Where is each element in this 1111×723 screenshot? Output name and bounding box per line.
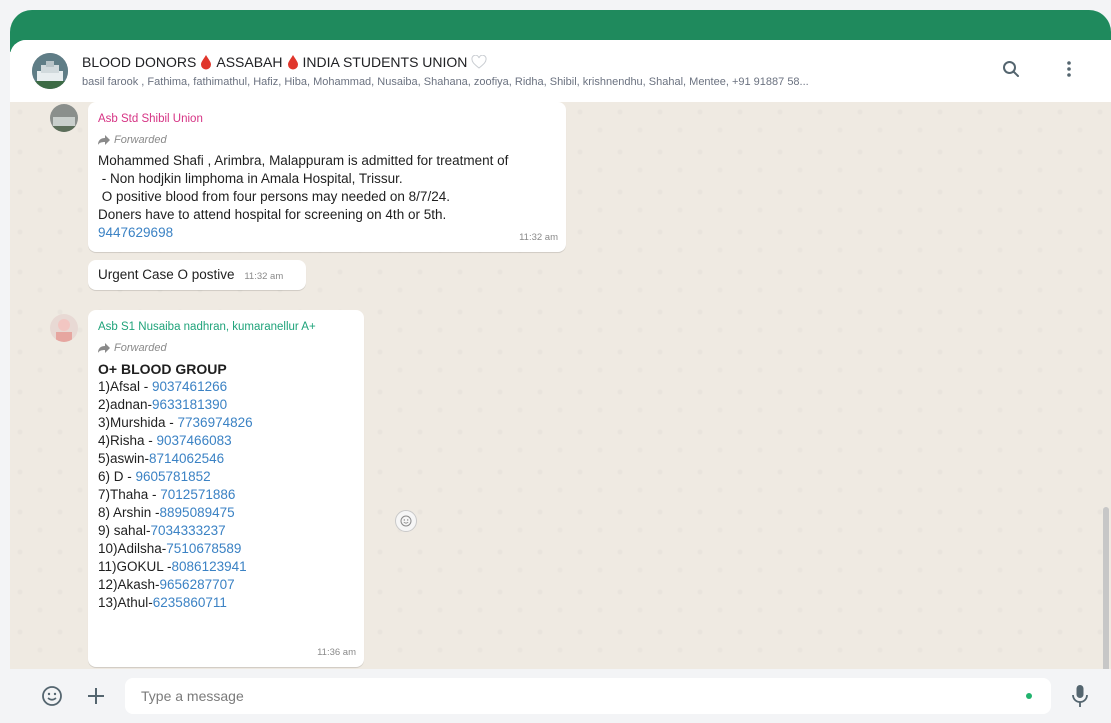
donor-list: 1)Afsal - 9037461266 2)adnan-9633181390 3)…: [98, 378, 354, 612]
forwarded-text: Forwarded: [114, 342, 167, 354]
group-title[interactable]: BLOOD DONORS ASSABAH INDIA STUDENTS UNIO…: [82, 54, 962, 70]
message-bubble[interactable]: Asb Std Shibil Union Forwarded Mohammed …: [88, 102, 566, 252]
donor-row: 3)Murshida - 7736974826: [98, 414, 354, 432]
forwarded-label: Forwarded: [98, 131, 556, 149]
smiley-icon: [400, 515, 412, 527]
donor-phone-link[interactable]: 6235860711: [153, 595, 227, 610]
donor-phone-link[interactable]: 9037466083: [157, 433, 232, 448]
donor-name: 7)Thaha -: [98, 487, 161, 502]
donor-phone-link[interactable]: 9656287707: [160, 577, 235, 592]
donor-phone-link[interactable]: 8895089475: [160, 505, 235, 520]
group-avatar[interactable]: [32, 53, 68, 89]
donor-phone-link[interactable]: 7736974826: [178, 415, 253, 430]
donor-row: 10)Adilsha-7510678589: [98, 540, 354, 558]
search-icon[interactable]: [999, 57, 1023, 81]
donor-phone-link[interactable]: 7034333237: [151, 523, 226, 538]
donor-name: 12)Akash-: [98, 577, 160, 592]
donor-row: 4)Risha - 9037466083: [98, 432, 354, 450]
message-composer: [10, 669, 1111, 723]
donor-phone-link[interactable]: 9037461266: [152, 379, 227, 394]
react-emoji-button[interactable]: [395, 510, 417, 532]
message-time: 11:36 am: [317, 647, 356, 658]
donor-name: 9) sahal-: [98, 523, 151, 538]
donor-row: 6) D - 9605781852: [98, 468, 354, 486]
blood-drop-icon: [287, 54, 298, 69]
sender-avatar[interactable]: [50, 314, 78, 342]
message-bubble[interactable]: Asb S1 Nusaiba nadhran, kumaranellur A+ …: [88, 310, 364, 667]
message-line: O positive blood from four persons may n…: [98, 189, 450, 204]
donor-name: 13)Athul-: [98, 595, 153, 610]
donor-row: 2)adnan-9633181390: [98, 396, 354, 414]
message-bubble[interactable]: Urgent Case O postive 11:32 am: [88, 260, 306, 290]
donor-name: 4)Risha -: [98, 433, 157, 448]
message-text: Urgent Case O postive: [98, 267, 235, 282]
donor-name: 1)Afsal -: [98, 379, 153, 394]
message-time: 11:32 am: [244, 271, 284, 282]
microphone-icon[interactable]: [1068, 683, 1092, 709]
attach-plus-icon[interactable]: [84, 684, 108, 708]
donor-phone-link[interactable]: 7012571886: [160, 487, 235, 502]
status-dot: [1026, 693, 1032, 699]
donor-row: 12)Akash-9656287707: [98, 576, 354, 594]
chat-header[interactable]: BLOOD DONORS ASSABAH INDIA STUDENTS UNIO…: [10, 40, 1111, 103]
donor-name: 11)GOKUL -: [98, 559, 172, 574]
donor-name: 5)aswin-: [98, 451, 150, 466]
message-input[interactable]: [125, 678, 1051, 714]
group-members[interactable]: basil farook , Fathima, fathimathul, Haf…: [82, 76, 962, 88]
title-part-2: ASSABAH: [216, 54, 283, 70]
phone-link[interactable]: 9447629698: [98, 224, 556, 242]
donor-phone-link[interactable]: 8086123941: [172, 559, 247, 574]
donor-phone-link[interactable]: 9633181390: [152, 397, 227, 412]
donor-name: 8) Arshin -: [98, 505, 160, 520]
donor-row: 9) sahal-7034333237: [98, 522, 354, 540]
message-line: Doners have to attend hospital for scree…: [98, 207, 447, 222]
donor-phone-link[interactable]: 9605781852: [136, 469, 211, 484]
donor-name: 3)Murshida -: [98, 415, 178, 430]
donor-row: 11)GOKUL -8086123941: [98, 558, 354, 576]
forward-icon: [98, 135, 110, 145]
message-time: 11:32 am: [519, 232, 558, 243]
blood-drop-icon: [201, 54, 212, 69]
message-list[interactable]: Asb Std Shibil Union Forwarded Mohammed …: [10, 102, 1111, 669]
donor-phone-link[interactable]: 7510678589: [166, 541, 241, 556]
title-part-1: BLOOD DONORS: [82, 54, 197, 70]
menu-icon[interactable]: [1057, 57, 1081, 81]
donor-name: 2)adnan-: [98, 397, 153, 412]
donor-row: 13)Athul-6235860711: [98, 594, 354, 612]
donor-row: 7)Thaha - 7012571886: [98, 486, 354, 504]
forwarded-label: Forwarded: [98, 339, 354, 357]
donor-row: 8) Arshin -8895089475: [98, 504, 354, 522]
forwarded-text: Forwarded: [114, 134, 167, 146]
title-part-3: INDIA STUDENTS UNION: [302, 54, 468, 70]
message-line: - Non hodjkin limphoma in Amala Hospital…: [98, 171, 403, 186]
donor-row: 5)aswin-8714062546: [98, 450, 354, 468]
message-line: Mohammed Shafi , Arimbra, Malappuram is …: [98, 153, 509, 168]
donor-name: 6) D -: [98, 469, 136, 484]
chat-window: BLOOD DONORS ASSABAH INDIA STUDENTS UNIO…: [10, 40, 1111, 723]
donor-phone-link[interactable]: 8714062546: [149, 451, 224, 466]
donor-name: 10)Adilsha-: [98, 541, 167, 556]
donor-row: 1)Afsal - 9037461266: [98, 378, 354, 396]
sender-name[interactable]: Asb S1 Nusaiba nadhran, kumaranellur A+: [98, 318, 354, 336]
blood-group-heading: O+ BLOOD GROUP: [98, 361, 227, 377]
emoji-icon[interactable]: [40, 684, 64, 708]
forward-icon: [98, 343, 110, 353]
sender-name[interactable]: Asb Std Shibil Union: [98, 110, 556, 128]
sender-avatar[interactable]: [50, 104, 78, 132]
chat-scrollbar[interactable]: [1103, 507, 1109, 669]
white-heart-icon: [471, 55, 487, 69]
